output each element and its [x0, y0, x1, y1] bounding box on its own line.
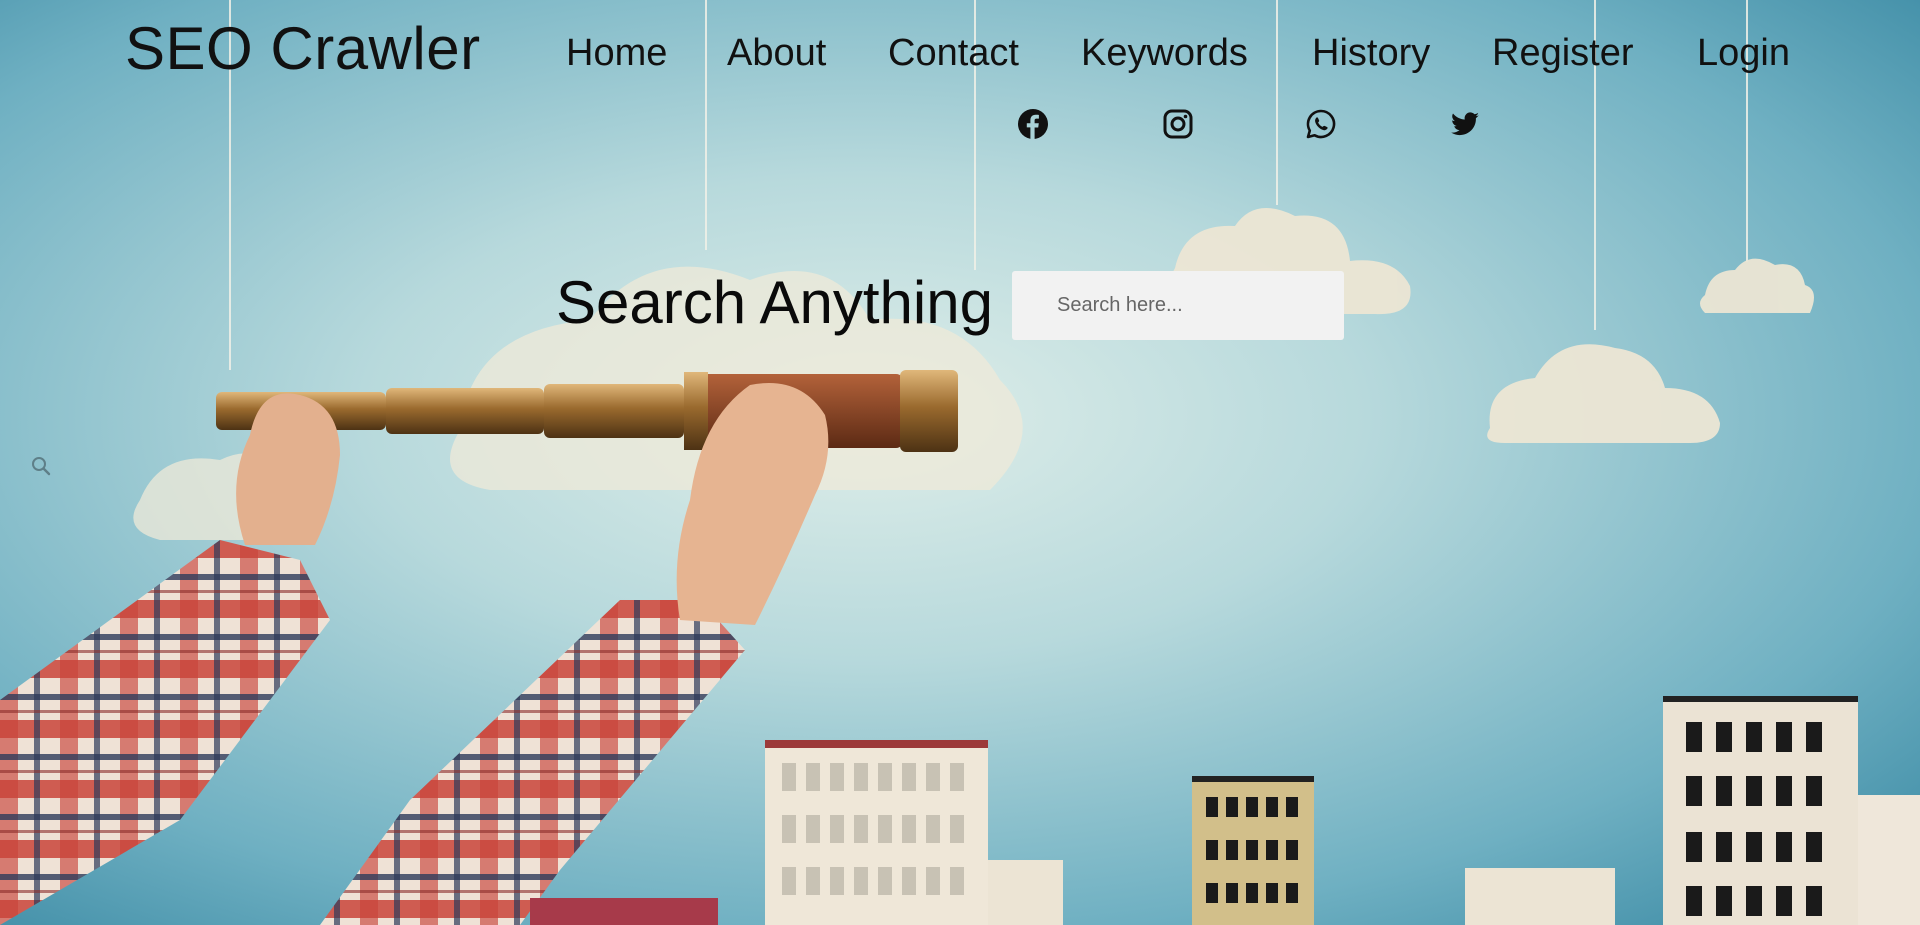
nav-register-link[interactable]: Register — [1492, 32, 1634, 75]
hero-title: Search Anything — [556, 269, 993, 336]
twitter-icon[interactable] — [1449, 108, 1481, 140]
whatsapp-icon[interactable] — [1305, 108, 1337, 140]
nav-about-link[interactable]: About — [727, 32, 826, 75]
nav-home-link[interactable]: Home — [566, 32, 667, 75]
nav-history-link[interactable]: History — [1312, 32, 1430, 75]
instagram-icon[interactable] — [1162, 108, 1194, 140]
main-nav: Home About Contact Keywords History Regi… — [0, 32, 1920, 82]
facebook-icon[interactable] — [1017, 108, 1049, 140]
nav-contact-link[interactable]: Contact — [888, 32, 1019, 75]
nav-login-link[interactable]: Login — [1697, 32, 1790, 75]
search-input[interactable] — [1012, 271, 1344, 340]
nav-keywords-link[interactable]: Keywords — [1081, 32, 1248, 75]
search-icon[interactable] — [30, 455, 52, 477]
social-links — [0, 108, 1920, 148]
